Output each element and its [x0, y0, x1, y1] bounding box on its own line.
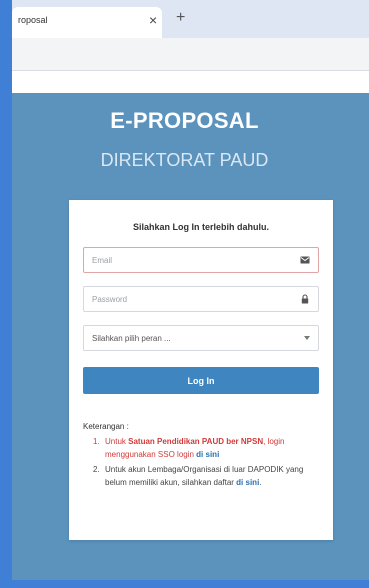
- page-subtitle: DIREKTORAT PAUD: [100, 150, 269, 170]
- note-2-text: Untuk akun Lembaga/Organisasi di luar DA…: [105, 465, 304, 487]
- page-top-strip: [12, 71, 369, 93]
- browser-toolbar: [12, 38, 369, 71]
- envelope-icon: [300, 256, 310, 264]
- email-field[interactable]: [83, 247, 319, 273]
- email-input[interactable]: [92, 248, 302, 272]
- role-select-value: Silahkan pilih peran ...: [92, 334, 171, 343]
- register-link[interactable]: di sini: [236, 478, 259, 487]
- browser-window: roposal × + E-PROPOSAL DIREKTORAT PAUD S…: [12, 0, 369, 580]
- login-card: Silahkan Log In terlebih dahulu. Silahka…: [69, 200, 333, 540]
- sso-login-link[interactable]: di sini: [196, 450, 219, 459]
- login-button[interactable]: Log In: [83, 367, 319, 394]
- page-title: E-PROPOSAL: [110, 108, 259, 133]
- note-number-2: 2.: [93, 465, 100, 474]
- browser-tab[interactable]: roposal ×: [12, 7, 162, 38]
- password-input[interactable]: [92, 287, 302, 311]
- close-tab-icon[interactable]: ×: [149, 12, 157, 28]
- tab-title: roposal: [18, 15, 48, 25]
- caret-down-icon: [304, 336, 310, 340]
- note-item-1: 1. Untuk Satuan Pendidikan PAUD ber NPSN…: [83, 435, 323, 461]
- notes-section: Keterangan : 1. Untuk Satuan Pendidikan …: [83, 420, 323, 489]
- lock-icon: [301, 294, 309, 304]
- login-heading: Silahkan Log In terlebih dahulu.: [132, 222, 269, 232]
- tab-bar: roposal × +: [12, 0, 369, 38]
- note-1-bold-text: Satuan Pendidikan PAUD ber NPSN: [128, 437, 264, 446]
- new-tab-icon[interactable]: +: [176, 10, 185, 26]
- password-field[interactable]: [83, 286, 319, 312]
- note-1-text-start: Untuk: [105, 437, 129, 446]
- note-item-2: 2. Untuk akun Lembaga/Organisasi di luar…: [83, 463, 323, 489]
- note-number-1: 1.: [93, 437, 100, 446]
- role-select[interactable]: Silahkan pilih peran ...: [83, 325, 319, 351]
- notes-label: Keterangan :: [83, 422, 129, 431]
- note-2-end: .: [259, 478, 262, 487]
